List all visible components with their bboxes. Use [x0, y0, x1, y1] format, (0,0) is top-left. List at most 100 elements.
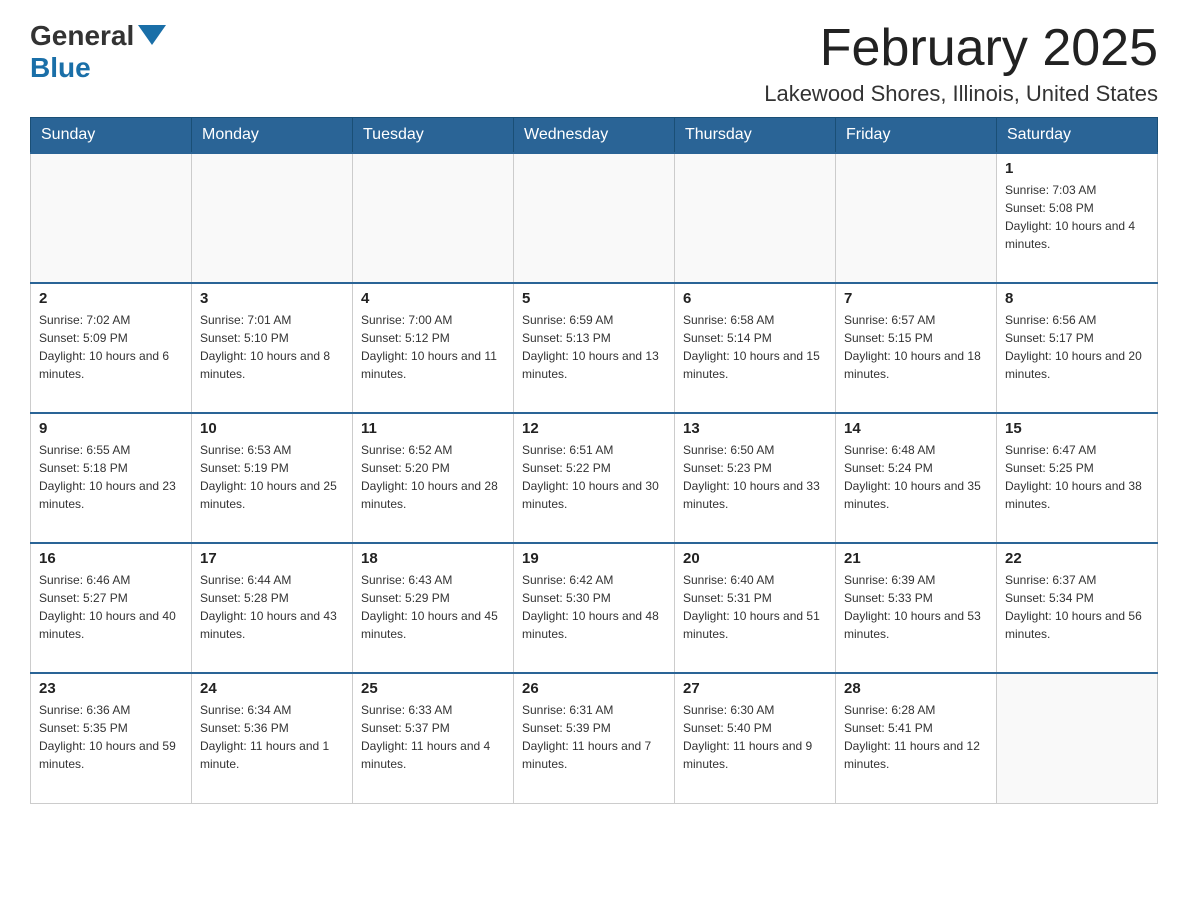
calendar-cell: 24Sunrise: 6:34 AMSunset: 5:36 PMDayligh… [192, 673, 353, 803]
day-info: Sunrise: 6:28 AMSunset: 5:41 PMDaylight:… [844, 701, 988, 773]
calendar-cell: 19 Sunrise: 6:42 AMSunset: 5:30 PMDayligh… [514, 543, 675, 673]
day-number: 1 [1005, 160, 1149, 177]
calendar-cell: 7 Sunrise: 6:57 AMSunset: 5:15 PMDaylight… [836, 283, 997, 413]
day-number: 22 [1005, 550, 1149, 567]
calendar-header-tuesday: Tuesday [353, 118, 514, 154]
logo-text-blue: Blue [30, 52, 91, 84]
day-number: 17 [200, 550, 344, 567]
calendar-cell [997, 673, 1158, 803]
calendar-cell: 14 Sunrise: 6:48 AMSunset: 5:24 PMDayligh… [836, 413, 997, 543]
logo-general: General [30, 20, 166, 52]
day-info: Sunrise: 6:42 AMSunset: 5:30 PMDaylight:… [522, 571, 666, 643]
calendar-header-saturday: Saturday [997, 118, 1158, 154]
calendar-cell: 20 Sunrise: 6:40 AMSunset: 5:31 PMDayligh… [675, 543, 836, 673]
calendar-cell [836, 153, 997, 283]
month-title: February 2025 [764, 20, 1158, 77]
calendar-header-wednesday: Wednesday [514, 118, 675, 154]
logo-arrow-icon [138, 25, 166, 45]
calendar-cell: 18Sunrise: 6:43 AMSunset: 5:29 PMDayligh… [353, 543, 514, 673]
calendar-cell: 11 Sunrise: 6:52 AMSunset: 5:20 PMDayligh… [353, 413, 514, 543]
day-number: 21 [844, 550, 988, 567]
day-number: 3 [200, 290, 344, 307]
day-number: 7 [844, 290, 988, 307]
day-info: Sunrise: 7:02 AMSunset: 5:09 PMDaylight:… [39, 311, 183, 383]
calendar-cell: 10 Sunrise: 6:53 AMSunset: 5:19 PMDayligh… [192, 413, 353, 543]
calendar-cell: 28 Sunrise: 6:28 AMSunset: 5:41 PMDayligh… [836, 673, 997, 803]
calendar-header-sunday: Sunday [31, 118, 192, 154]
day-info: Sunrise: 6:43 AMSunset: 5:29 PMDaylight:… [361, 571, 505, 643]
calendar-cell: 15 Sunrise: 6:47 AMSunset: 5:25 PMDayligh… [997, 413, 1158, 543]
calendar-cell: 17 Sunrise: 6:44 AMSunset: 5:28 PMDayligh… [192, 543, 353, 673]
calendar-cell: 5 Sunrise: 6:59 AMSunset: 5:13 PMDaylight… [514, 283, 675, 413]
day-number: 5 [522, 290, 666, 307]
day-number: 28 [844, 680, 988, 697]
calendar-cell: 16 Sunrise: 6:46 AMSunset: 5:27 PMDayligh… [31, 543, 192, 673]
day-number: 26 [522, 680, 666, 697]
calendar-cell: 9Sunrise: 6:55 AMSunset: 5:18 PMDaylight… [31, 413, 192, 543]
day-info: Sunrise: 6:40 AMSunset: 5:31 PMDaylight:… [683, 571, 827, 643]
location-title: Lakewood Shores, Illinois, United States [764, 81, 1158, 107]
calendar-week-row: 9Sunrise: 6:55 AMSunset: 5:18 PMDaylight… [31, 413, 1158, 543]
calendar-cell: 27Sunrise: 6:30 AMSunset: 5:40 PMDayligh… [675, 673, 836, 803]
calendar-cell: 21Sunrise: 6:39 AMSunset: 5:33 PMDayligh… [836, 543, 997, 673]
calendar-cell: 25 Sunrise: 6:33 AMSunset: 5:37 PMDayligh… [353, 673, 514, 803]
day-info: Sunrise: 6:34 AMSunset: 5:36 PMDaylight:… [200, 701, 344, 773]
day-number: 16 [39, 550, 183, 567]
day-info: Sunrise: 6:48 AMSunset: 5:24 PMDaylight:… [844, 441, 988, 513]
day-info: Sunrise: 6:44 AMSunset: 5:28 PMDaylight:… [200, 571, 344, 643]
logo: General Blue [30, 20, 166, 84]
calendar-week-row: 23Sunrise: 6:36 AMSunset: 5:35 PMDayligh… [31, 673, 1158, 803]
day-info: Sunrise: 6:47 AMSunset: 5:25 PMDaylight:… [1005, 441, 1149, 513]
calendar-cell: 12Sunrise: 6:51 AMSunset: 5:22 PMDayligh… [514, 413, 675, 543]
day-number: 15 [1005, 420, 1149, 437]
day-info: Sunrise: 6:46 AMSunset: 5:27 PMDaylight:… [39, 571, 183, 643]
day-info: Sunrise: 6:52 AMSunset: 5:20 PMDaylight:… [361, 441, 505, 513]
calendar-header-thursday: Thursday [675, 118, 836, 154]
day-number: 2 [39, 290, 183, 307]
day-info: Sunrise: 6:59 AMSunset: 5:13 PMDaylight:… [522, 311, 666, 383]
calendar-cell: 4 Sunrise: 7:00 AMSunset: 5:12 PMDaylight… [353, 283, 514, 413]
title-area: February 2025 Lakewood Shores, Illinois,… [764, 20, 1158, 107]
day-number: 23 [39, 680, 183, 697]
day-info: Sunrise: 6:31 AMSunset: 5:39 PMDaylight:… [522, 701, 666, 773]
day-number: 11 [361, 420, 505, 437]
day-number: 20 [683, 550, 827, 567]
day-number: 14 [844, 420, 988, 437]
day-info: Sunrise: 6:57 AMSunset: 5:15 PMDaylight:… [844, 311, 988, 383]
day-number: 13 [683, 420, 827, 437]
day-number: 6 [683, 290, 827, 307]
calendar-cell: 23Sunrise: 6:36 AMSunset: 5:35 PMDayligh… [31, 673, 192, 803]
calendar-cell: 13Sunrise: 6:50 AMSunset: 5:23 PMDayligh… [675, 413, 836, 543]
calendar-cell: 3 Sunrise: 7:01 AMSunset: 5:10 PMDaylight… [192, 283, 353, 413]
day-number: 4 [361, 290, 505, 307]
day-number: 27 [683, 680, 827, 697]
day-number: 19 [522, 550, 666, 567]
calendar-week-row: 1 Sunrise: 7:03 AMSunset: 5:08 PMDaylight… [31, 153, 1158, 283]
calendar-week-row: 16 Sunrise: 6:46 AMSunset: 5:27 PMDayligh… [31, 543, 1158, 673]
day-info: Sunrise: 6:53 AMSunset: 5:19 PMDaylight:… [200, 441, 344, 513]
calendar-cell [514, 153, 675, 283]
day-info: Sunrise: 6:33 AMSunset: 5:37 PMDaylight:… [361, 701, 505, 773]
calendar-cell: 2 Sunrise: 7:02 AMSunset: 5:09 PMDaylight… [31, 283, 192, 413]
day-number: 9 [39, 420, 183, 437]
day-info: Sunrise: 6:51 AMSunset: 5:22 PMDaylight:… [522, 441, 666, 513]
calendar-cell: 8Sunrise: 6:56 AMSunset: 5:17 PMDaylight… [997, 283, 1158, 413]
calendar-cell: 1 Sunrise: 7:03 AMSunset: 5:08 PMDaylight… [997, 153, 1158, 283]
day-info: Sunrise: 6:56 AMSunset: 5:17 PMDaylight:… [1005, 311, 1149, 383]
day-info: Sunrise: 6:58 AMSunset: 5:14 PMDaylight:… [683, 311, 827, 383]
day-info: Sunrise: 7:01 AMSunset: 5:10 PMDaylight:… [200, 311, 344, 383]
calendar-cell: 22 Sunrise: 6:37 AMSunset: 5:34 PMDayligh… [997, 543, 1158, 673]
calendar-cell [192, 153, 353, 283]
calendar-cell [31, 153, 192, 283]
calendar-cell: 6 Sunrise: 6:58 AMSunset: 5:14 PMDaylight… [675, 283, 836, 413]
day-number: 25 [361, 680, 505, 697]
day-info: Sunrise: 7:00 AMSunset: 5:12 PMDaylight:… [361, 311, 505, 383]
calendar-cell [353, 153, 514, 283]
day-info: Sunrise: 7:03 AMSunset: 5:08 PMDaylight:… [1005, 181, 1149, 253]
day-number: 10 [200, 420, 344, 437]
calendar: SundayMondayTuesdayWednesdayThursdayFrid… [30, 117, 1158, 804]
calendar-cell: 26 Sunrise: 6:31 AMSunset: 5:39 PMDayligh… [514, 673, 675, 803]
day-info: Sunrise: 6:37 AMSunset: 5:34 PMDaylight:… [1005, 571, 1149, 643]
calendar-header-monday: Monday [192, 118, 353, 154]
page-header: General Blue February 2025 Lakewood Shor… [30, 20, 1158, 107]
